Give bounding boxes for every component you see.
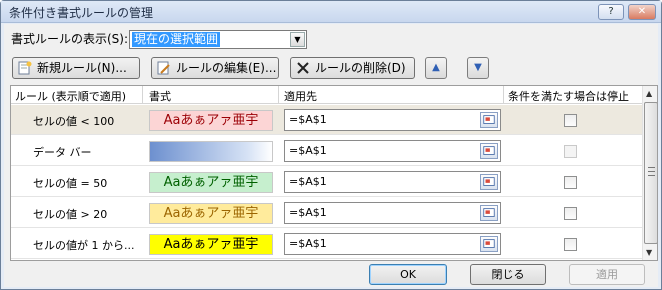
delete-rule-label: ルールの削除(D)	[315, 61, 406, 75]
applies-to-value: =$A$1	[289, 237, 327, 250]
rule-name: セルの値 = 50	[33, 177, 108, 190]
applies-to-field[interactable]: =$A$1	[284, 171, 501, 193]
rule-name: セルの値 < 100	[33, 115, 115, 128]
applies-to-value: =$A$1	[289, 175, 327, 188]
applies-to-value: =$A$1	[289, 113, 327, 126]
grip-icon	[648, 167, 655, 176]
edit-rule-icon	[157, 61, 170, 75]
table-row[interactable]: セルの値 < 100 Aaあぁアァ亜宇 =$A$1	[11, 105, 642, 135]
applies-to-value: =$A$1	[289, 144, 327, 157]
scroll-down-icon[interactable]: ▼	[646, 248, 652, 257]
format-preview: Aaあぁアァ亜宇	[149, 234, 273, 255]
stop-if-true-checkbox[interactable]	[564, 238, 577, 251]
table-row[interactable]: データ バー =$A$1	[11, 136, 642, 166]
stop-if-true-checkbox[interactable]	[564, 176, 577, 189]
applies-to-field[interactable]: =$A$1	[284, 233, 501, 255]
header-divider	[278, 86, 279, 104]
table-header: ルール (表示順で適用) 書式 適用先 条件を満たす場合は停止	[11, 86, 642, 104]
format-preview: Aaあぁアァ亜宇	[149, 172, 273, 193]
stop-if-true-checkbox[interactable]	[564, 114, 577, 127]
title-bar[interactable]: 条件付き書式ルールの管理 ? ✕	[1, 1, 661, 23]
move-down-button[interactable]: ▼	[467, 57, 489, 79]
scroll-up-icon[interactable]: ▲	[646, 89, 652, 98]
rules-table: ルール (表示順で適用) 書式 適用先 条件を満たす場合は停止 セルの値 < 1…	[10, 85, 658, 261]
apply-button[interactable]: 適用	[569, 264, 645, 285]
format-preview: Aaあぁアァ亜宇	[149, 203, 273, 224]
format-preview: Aaあぁアァ亜宇	[149, 110, 273, 131]
show-rules-dropdown[interactable]: 現在の選択範囲 ▼	[129, 30, 307, 49]
header-applies-to: 適用先	[284, 90, 317, 103]
edit-rule-label: ルールの編集(E)...	[176, 61, 277, 75]
rule-name: データ バー	[33, 146, 92, 159]
new-rule-button[interactable]: 新規ルール(N)...	[12, 57, 140, 79]
applies-to-field[interactable]: =$A$1	[284, 202, 501, 224]
applies-to-field[interactable]: =$A$1	[284, 109, 501, 131]
stop-if-true-checkbox[interactable]	[564, 145, 577, 158]
range-select-icon[interactable]	[480, 174, 498, 190]
delete-icon	[297, 62, 309, 74]
header-rule: ルール (表示順で適用)	[15, 90, 127, 103]
header-format: 書式	[149, 90, 171, 103]
close-button[interactable]: 閉じる	[470, 264, 546, 285]
table-row[interactable]: セルの値 > 20 Aaあぁアァ亜宇 =$A$1	[11, 198, 642, 228]
ok-button[interactable]: OK	[369, 264, 447, 285]
range-select-icon[interactable]	[480, 236, 498, 252]
header-divider	[142, 86, 143, 104]
help-button[interactable]: ?	[598, 4, 624, 20]
range-select-icon[interactable]	[480, 143, 498, 159]
rule-name: セルの値が 1 から...	[33, 239, 135, 252]
edit-rule-button[interactable]: ルールの編集(E)...	[151, 57, 279, 79]
scrollbar-thumb[interactable]	[644, 102, 657, 244]
table-row[interactable]: セルの値が 1 から... Aaあぁアァ亜宇 =$A$1	[11, 229, 642, 259]
table-row[interactable]: セルの値 = 50 Aaあぁアァ亜宇 =$A$1	[11, 167, 642, 197]
show-rules-label: 書式ルールの表示(S):	[11, 32, 129, 46]
show-rules-selected: 現在の選択範囲	[132, 32, 221, 47]
dialog-body: 書式ルールの表示(S): 現在の選択範囲 ▼ 新規ルール(N)... ルールの編…	[4, 24, 658, 287]
rule-name: セルの値 > 20	[33, 208, 108, 221]
applies-to-field[interactable]: =$A$1	[284, 140, 501, 162]
dialog-window: 条件付き書式ルールの管理 ? ✕ 書式ルールの表示(S): 現在の選択範囲 ▼ …	[0, 0, 662, 290]
chevron-down-icon[interactable]: ▼	[290, 32, 305, 47]
vertical-scrollbar[interactable]: ▲ ▼	[642, 86, 657, 260]
data-bar-preview	[149, 141, 273, 162]
header-stop-if-true: 条件を満たす場合は停止	[508, 90, 629, 103]
range-select-icon[interactable]	[480, 205, 498, 221]
delete-rule-button[interactable]: ルールの削除(D)	[290, 57, 415, 79]
close-icon[interactable]: ✕	[628, 4, 656, 20]
range-select-icon[interactable]	[480, 112, 498, 128]
move-up-button[interactable]: ▲	[425, 57, 447, 79]
applies-to-value: =$A$1	[289, 206, 327, 219]
new-rule-icon	[18, 61, 32, 75]
header-divider	[503, 86, 504, 104]
stop-if-true-checkbox[interactable]	[564, 207, 577, 220]
new-rule-label: 新規ルール(N)...	[37, 61, 127, 75]
dialog-title: 条件付き書式ルールの管理	[9, 6, 154, 20]
